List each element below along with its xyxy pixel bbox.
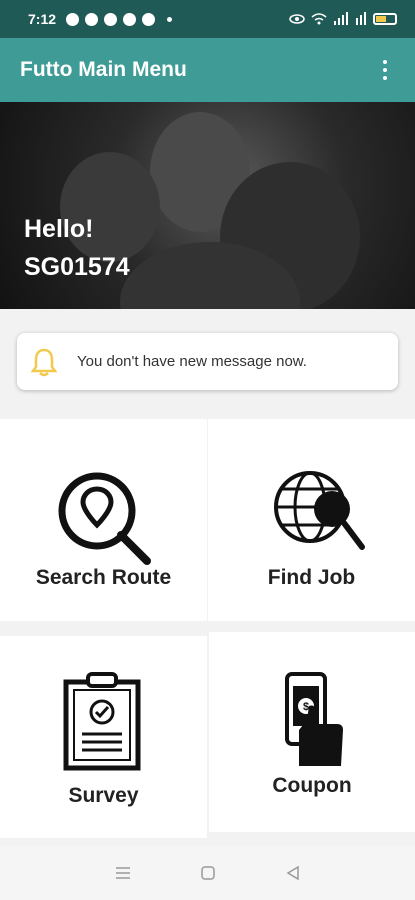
greeting-text: Hello! xyxy=(24,215,94,243)
message-notice[interactable]: You don't have new message now. xyxy=(17,333,398,390)
phone-coupon-icon: $ xyxy=(285,672,343,766)
notification-icon xyxy=(123,12,137,26)
search-route-label: Search Route xyxy=(35,566,172,589)
back-icon[interactable] xyxy=(284,865,302,881)
more-notifications-icon xyxy=(167,16,173,22)
coupon-button[interactable]: $ Coupon xyxy=(209,632,415,832)
wifi-icon xyxy=(311,13,327,25)
notification-icon xyxy=(104,12,118,26)
find-job-button[interactable]: Find Job xyxy=(208,419,415,621)
app-bar: Futto Main Menu xyxy=(0,38,415,102)
globe-search-icon xyxy=(274,471,365,550)
notification-icon xyxy=(85,12,99,26)
survey-button[interactable]: Survey xyxy=(0,636,207,838)
notice-message: You don't have new message now. xyxy=(77,353,307,370)
system-nav-bar xyxy=(0,846,415,900)
status-time: 7:12 xyxy=(28,11,57,27)
clipboard-check-icon xyxy=(63,672,141,771)
battery-icon xyxy=(373,13,397,25)
find-job-label: Find Job xyxy=(267,566,356,589)
notification-icon xyxy=(142,12,156,26)
svg-text:$: $ xyxy=(303,701,309,713)
map-pin-search-icon xyxy=(58,472,151,565)
status-bar: 7:12 xyxy=(0,0,415,38)
signal-icon xyxy=(356,12,366,25)
signal-icon xyxy=(334,12,348,25)
coupon-label: Coupon xyxy=(272,774,352,797)
menu-icon[interactable] xyxy=(114,865,132,881)
hero-photo: Hello! SG01574 xyxy=(0,102,415,309)
eye-icon xyxy=(289,14,305,24)
notification-icon xyxy=(66,12,80,26)
app-title: Futto Main Menu xyxy=(20,58,187,81)
user-id: SG01574 xyxy=(24,253,130,281)
overflow-menu-icon[interactable] xyxy=(375,56,395,84)
survey-label: Survey xyxy=(68,784,139,807)
home-icon[interactable] xyxy=(199,865,217,881)
search-route-button[interactable]: Search Route xyxy=(0,419,207,621)
bell-icon xyxy=(31,348,57,376)
